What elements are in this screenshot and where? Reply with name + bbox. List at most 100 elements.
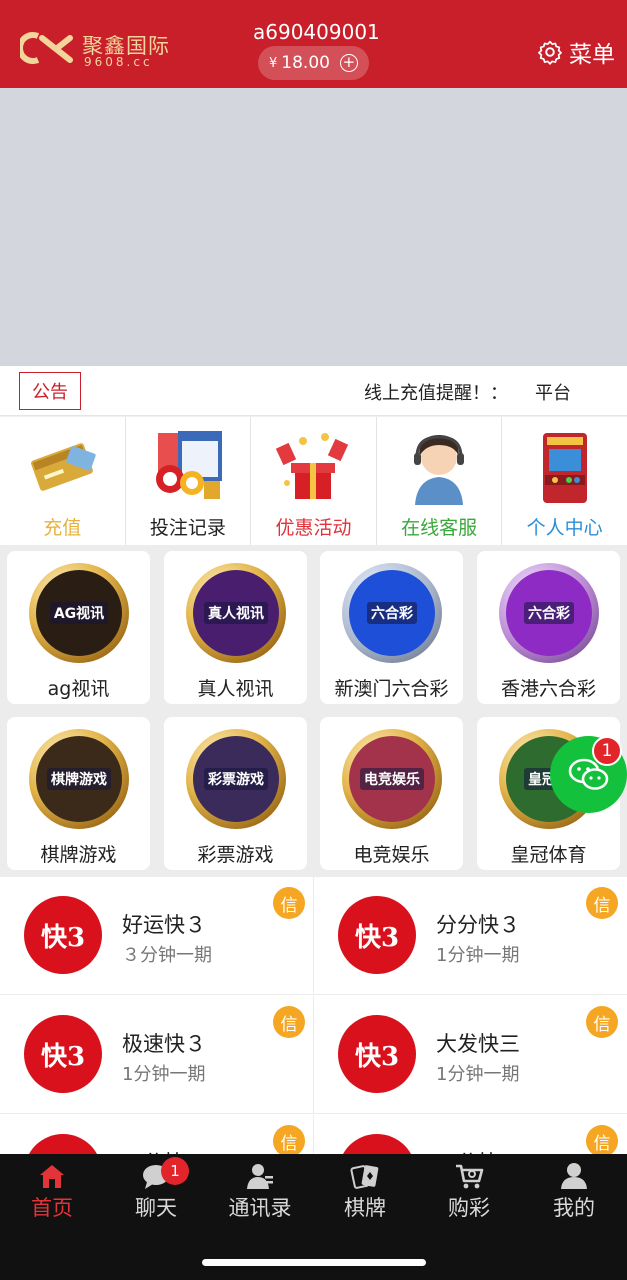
game-coin-icon: 六合彩: [499, 563, 599, 663]
tab-home[interactable]: 首页: [0, 1162, 104, 1226]
game-card-chess-cards[interactable]: 棋牌游戏 棋牌游戏: [7, 717, 150, 870]
arcade-icon: [542, 433, 587, 503]
game-badge: 真人视讯: [204, 602, 268, 624]
lottery-name: 好运快３: [122, 913, 206, 937]
balance-pill[interactable]: ¥ 18.00 +: [258, 46, 369, 80]
game-label: 真人视讯: [197, 678, 274, 700]
quick-nav: 充值 投注记录 优惠活动 在线客服 个人中心: [0, 417, 627, 545]
floating-wechat-button[interactable]: 1: [550, 736, 627, 813]
lottery-row: 快3 好运快３ ３分钟一期 信 快3 分分快３ 1分钟一期 信: [0, 877, 627, 995]
home-indicator: [202, 1259, 426, 1266]
lottery-item[interactable]: 快3 分分快３ 1分钟一期 信: [313, 877, 626, 995]
credit-badge: 信: [586, 1125, 618, 1157]
notice-text: 线上充值提醒！： 平台: [364, 383, 571, 404]
game-coin-icon: 棋牌游戏: [29, 729, 129, 829]
notice-bar[interactable]: 公告 线上充值提醒！： 平台: [0, 366, 627, 416]
tab-contacts[interactable]: 通讯录: [208, 1162, 312, 1226]
menu-button[interactable]: 菜单: [537, 36, 615, 68]
add-funds-icon[interactable]: +: [339, 54, 358, 72]
game-badge: 电竞娱乐: [360, 768, 424, 790]
game-coin-icon: 彩票游戏: [186, 729, 286, 829]
notice-tag: 公告: [19, 372, 81, 410]
lottery-row: 快3 极速快３ 1分钟一期 信 快3 大发快三 1分钟一期 信: [0, 996, 627, 1114]
menu-label: 菜单: [569, 42, 615, 68]
cart-icon: [456, 1164, 484, 1189]
game-label: 电竞娱乐: [353, 844, 430, 866]
game-card-hk-mark-six[interactable]: 六合彩 香港六合彩: [477, 551, 620, 704]
k3-dice-icon: 快3: [338, 896, 416, 974]
brand-logo[interactable]: 聚鑫国际 9608.cc: [20, 28, 180, 72]
lottery-list: 快3 好运快３ ３分钟一期 信 快3 分分快３ 1分钟一期 信 快3 极速快３ …: [0, 877, 627, 1233]
quick-nav-label: 在线客服: [401, 517, 478, 539]
game-coin-icon: AG视讯: [29, 563, 129, 663]
lottery-name: 极速快３: [122, 1032, 206, 1056]
credit-badge: 信: [586, 1006, 618, 1038]
game-label: 香港六合彩: [500, 678, 596, 700]
lottery-item[interactable]: 快3 大发快三 1分钟一期 信: [313, 996, 626, 1114]
lottery-item[interactable]: 快3 好运快３ ３分钟一期 信: [0, 877, 313, 995]
brand-mark-icon: [20, 32, 73, 64]
credit-badge: 信: [586, 887, 618, 919]
tab-chat[interactable]: 1 聊天: [104, 1157, 208, 1226]
lottery-period: 1分钟一期: [122, 1064, 206, 1085]
tab-chess-cards[interactable]: 棋牌: [313, 1162, 417, 1226]
game-card-esports[interactable]: 电竞娱乐 电竞娱乐: [320, 717, 463, 870]
tab-label: 首页: [31, 1196, 73, 1220]
game-badge: 六合彩: [367, 602, 417, 624]
brand-domain: 9608.cc: [84, 55, 153, 69]
tab-label: 通讯录: [228, 1196, 292, 1220]
game-card-live-video[interactable]: 真人视讯 真人视讯: [164, 551, 307, 704]
tab-buy-lottery[interactable]: 购彩: [417, 1162, 521, 1226]
quick-nav-label: 投注记录: [149, 517, 226, 539]
quick-nav-promotions[interactable]: 优惠活动: [251, 417, 377, 545]
chat-tab-badge: 1: [161, 1157, 189, 1185]
lottery-name: 分分快３: [436, 913, 520, 937]
lottery-name: 大发快三: [436, 1032, 520, 1056]
game-label: 棋牌游戏: [40, 844, 117, 866]
quick-nav-label: 充值: [43, 517, 82, 539]
quick-nav-label: 优惠活动: [275, 517, 352, 539]
lottery-period: 1分钟一期: [436, 1064, 520, 1085]
game-card-macau-mark-six[interactable]: 六合彩 新澳门六合彩: [320, 551, 463, 704]
gear-icon: [538, 40, 562, 65]
game-card-lottery-games[interactable]: 彩票游戏 彩票游戏: [164, 717, 307, 870]
game-label: 皇冠体育: [510, 844, 587, 866]
gift-icon: [276, 433, 349, 499]
game-label: 彩票游戏: [197, 844, 274, 866]
quick-nav-recharge[interactable]: 充值: [0, 417, 126, 545]
banner-placeholder[interactable]: [0, 88, 627, 366]
profile-icon: [561, 1163, 587, 1189]
lottery-period: ３分钟一期: [122, 945, 212, 966]
game-badge: 棋牌游戏: [47, 768, 111, 790]
username: a690409001: [253, 20, 380, 44]
game-grid: AG视讯 ag视讯 真人视讯 真人视讯 六合彩 新澳门六合彩 六合彩 香港六合彩…: [0, 545, 627, 877]
tab-label: 购彩: [448, 1196, 490, 1220]
tab-label: 棋牌: [344, 1196, 386, 1220]
cards-icon: [350, 1165, 379, 1189]
chat-count-badge: 1: [592, 736, 622, 766]
credit-badge: 信: [273, 887, 305, 919]
tab-profile[interactable]: 我的: [522, 1162, 626, 1226]
game-badge: 六合彩: [524, 602, 574, 624]
game-card-ag[interactable]: AG视讯 ag视讯: [7, 551, 150, 704]
credit-badge: 信: [273, 1006, 305, 1038]
game-coin-icon: 六合彩: [342, 563, 442, 663]
k3-dice-icon: 快3: [24, 1015, 102, 1093]
game-badge: 彩票游戏: [204, 768, 268, 790]
tab-label: 聊天: [135, 1196, 177, 1220]
card-icon: [31, 443, 96, 491]
app-page: 聚鑫国际 9608.cc a690409001 ¥ 18.00 + 菜单 公告 …: [0, 0, 627, 1280]
tab-label: 我的: [553, 1196, 595, 1220]
support-agent-icon: [414, 435, 465, 505]
lottery-ticket-icon: [155, 431, 222, 499]
game-badge: AG视讯: [49, 602, 109, 624]
lottery-item[interactable]: 快3 极速快３ 1分钟一期 信: [0, 996, 313, 1114]
top-header: 聚鑫国际 9608.cc a690409001 ¥ 18.00 + 菜单: [0, 0, 627, 88]
lottery-period: 1分钟一期: [436, 945, 520, 966]
quick-nav-bet-records[interactable]: 投注记录: [126, 417, 252, 545]
currency-symbol: ¥: [269, 55, 278, 71]
quick-nav-label: 个人中心: [526, 517, 603, 539]
balance-amount: 18.00: [281, 53, 330, 73]
quick-nav-personal-center[interactable]: 个人中心: [502, 417, 627, 545]
quick-nav-customer-service[interactable]: 在线客服: [377, 417, 503, 545]
